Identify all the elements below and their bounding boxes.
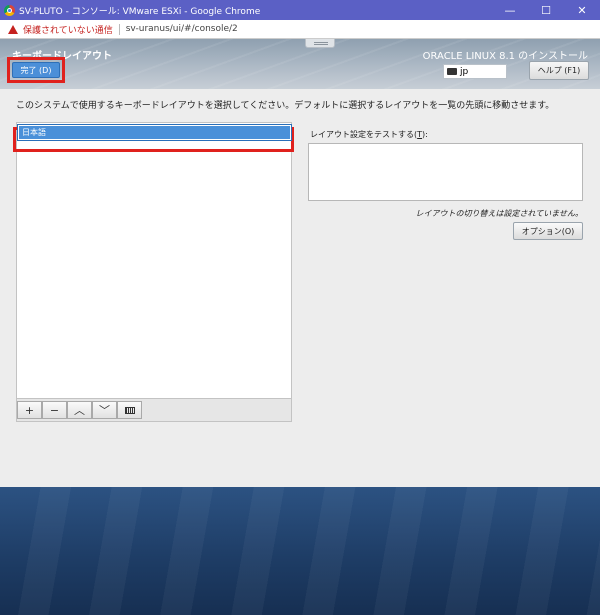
address-bar[interactable]: 保護されていない通信 sv-uranus/ui/#/console/2 bbox=[0, 20, 600, 39]
browser-title-bar: SV-PLUTO - コンソール: VMware ESXi - Google C… bbox=[0, 0, 600, 20]
preview-layout-button[interactable] bbox=[117, 401, 142, 419]
add-layout-button[interactable]: + bbox=[17, 401, 42, 419]
close-icon[interactable]: ✕ bbox=[564, 0, 600, 20]
url-text[interactable]: sv-uranus/ui/#/console/2 bbox=[126, 24, 238, 34]
warning-icon[interactable] bbox=[8, 24, 18, 34]
move-up-button[interactable]: ︿ bbox=[67, 401, 92, 419]
instruction-text: このシステムで使用するキーボードレイアウトを選択してください。デフォルトに選択す… bbox=[16, 101, 555, 111]
installer-header: キーボードレイアウト 完了 (D) ORACLE LINUX 8.1 のインスト… bbox=[0, 39, 600, 89]
move-down-button[interactable]: ﹀ bbox=[92, 401, 117, 419]
list-item-japanese[interactable]: 日本語 bbox=[17, 124, 292, 141]
keyboard-indicator[interactable]: jp bbox=[443, 64, 507, 79]
keyboard-icon bbox=[124, 406, 135, 414]
test-layout-input[interactable] bbox=[308, 143, 583, 201]
product-title: ORACLE LINUX 8.1 のインストール bbox=[422, 51, 588, 62]
layout-list[interactable]: 日本語 bbox=[13, 122, 294, 422]
layout-switch-note: レイアウトの切り替えは設定されていません。 bbox=[415, 209, 583, 218]
test-label-suffix: ): bbox=[422, 130, 428, 139]
remove-layout-button[interactable]: − bbox=[42, 401, 67, 419]
drag-handle-icon[interactable] bbox=[305, 39, 335, 48]
done-button[interactable]: 完了 (D) bbox=[12, 62, 60, 78]
test-layout-label: レイアウト設定をテストする(T): bbox=[310, 129, 428, 140]
keyboard-icon bbox=[447, 68, 457, 75]
options-button[interactable]: オプション(O) bbox=[513, 222, 583, 240]
chrome-icon bbox=[4, 4, 15, 16]
test-label-prefix: レイアウト設定をテストする( bbox=[310, 130, 418, 139]
security-status[interactable]: 保護されていない通信 bbox=[23, 23, 113, 36]
layout-toolbar: + − ︿ ﹀ bbox=[16, 398, 292, 422]
installer-footer bbox=[0, 487, 600, 615]
window-title: SV-PLUTO - コンソール: VMware ESXi - Google C… bbox=[19, 6, 261, 17]
help-button[interactable]: ヘルプ (F1) bbox=[529, 61, 589, 80]
keyboard-indicator-label: jp bbox=[460, 66, 469, 77]
maximize-icon[interactable]: ☐ bbox=[528, 0, 564, 20]
installer-app: キーボードレイアウト 完了 (D) ORACLE LINUX 8.1 のインスト… bbox=[0, 39, 600, 615]
minimize-icon[interactable]: — bbox=[492, 0, 528, 20]
done-button-highlight: 完了 (D) bbox=[7, 57, 65, 83]
address-separator bbox=[118, 23, 120, 35]
